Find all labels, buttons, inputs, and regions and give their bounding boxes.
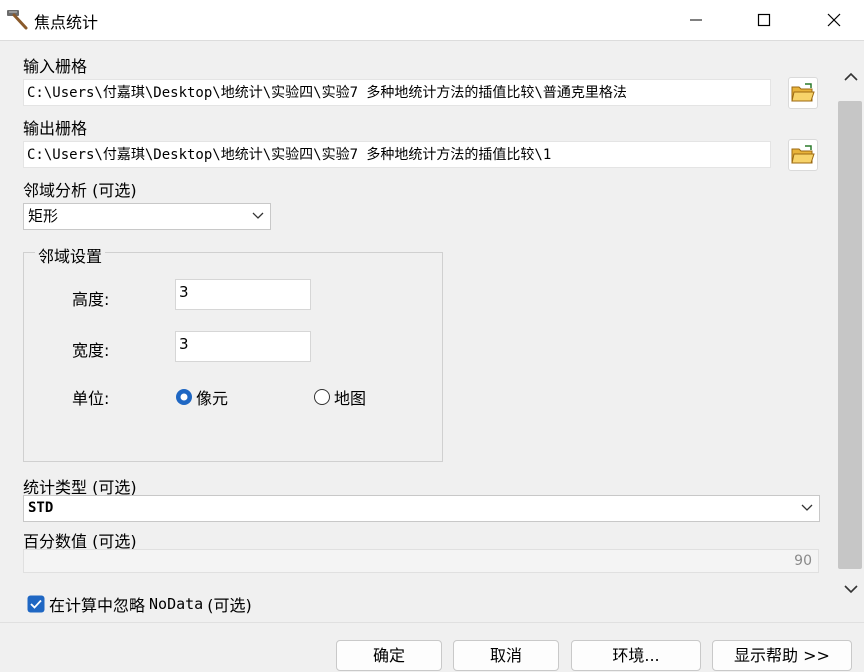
radio-selected-icon [176,389,192,405]
output-raster-field[interactable]: C:\Users\付嘉琪\Desktop\地统计\实验四\实验7 多种地统计方法… [23,141,771,168]
chevron-down-icon [252,212,264,219]
ignore-nodata-label-nodata: NoData [149,595,204,613]
input-raster-field[interactable]: C:\Users\付嘉琪\Desktop\地统计\实验四\实验7 多种地统计方法… [23,79,771,106]
neighborhood-label: 邻域分析 (可选) [23,181,137,200]
open-folder-icon [791,145,815,164]
environments-button[interactable]: 环境... [571,640,701,671]
height-input[interactable]: 3 [175,279,311,310]
radio-unselected-icon [314,389,330,405]
width-label: 宽度: [72,341,110,360]
neighborhood-select[interactable]: 矩形 [23,203,271,230]
unit-label: 单位: [72,389,110,408]
input-raster-browse-button[interactable] [788,77,818,109]
statistics-type-selected-value: STD [28,500,54,516]
chevron-up-icon [844,72,858,81]
statistics-type-select[interactable]: STD [23,495,820,522]
ignore-nodata-label-prefix: 在计算中忽略 [49,596,146,615]
scroll-up-button[interactable] [840,66,862,88]
ok-button[interactable]: 确定 [336,640,442,671]
width-input[interactable]: 3 [175,331,311,362]
checkbox-checked-icon [27,595,45,613]
ignore-nodata-checkbox[interactable]: 在计算中忽略 NoData (可选) [27,592,252,616]
neighborhood-selected-value: 矩形 [28,207,59,225]
unit-radio-map[interactable]: 地图 [313,385,366,409]
open-folder-icon [791,83,815,102]
close-button[interactable] [806,0,862,40]
hammer-icon [4,6,30,32]
unit-radio-cell[interactable]: 像元 [175,385,228,409]
maximize-icon [757,13,771,27]
unit-option-map-label: 地图 [334,389,367,408]
ignore-nodata-label-suffix: (可选) [207,596,252,615]
minimize-icon [690,19,702,21]
output-raster-label: 输出栅格 [23,119,88,138]
close-icon [827,13,841,27]
percentile-input[interactable]: 90 [23,549,819,573]
neighborhood-settings-legend: 邻域设置 [35,243,106,267]
scrollbar-thumb[interactable] [838,101,862,569]
height-label: 高度: [72,290,110,309]
unit-option-cell-label: 像元 [196,389,229,408]
minimize-button[interactable] [668,0,724,40]
maximize-button[interactable] [736,0,792,40]
scroll-down-button[interactable] [840,578,862,600]
title-bar: 焦点统计 [0,0,864,41]
output-raster-browse-button[interactable] [788,139,818,171]
chevron-down-icon [801,504,813,511]
chevron-down-icon [844,585,858,594]
show-help-button[interactable]: 显示帮助 >> [712,640,852,671]
input-raster-label: 输入栅格 [23,57,88,76]
window-title: 焦点统计 [34,13,99,32]
cancel-button[interactable]: 取消 [453,640,559,671]
